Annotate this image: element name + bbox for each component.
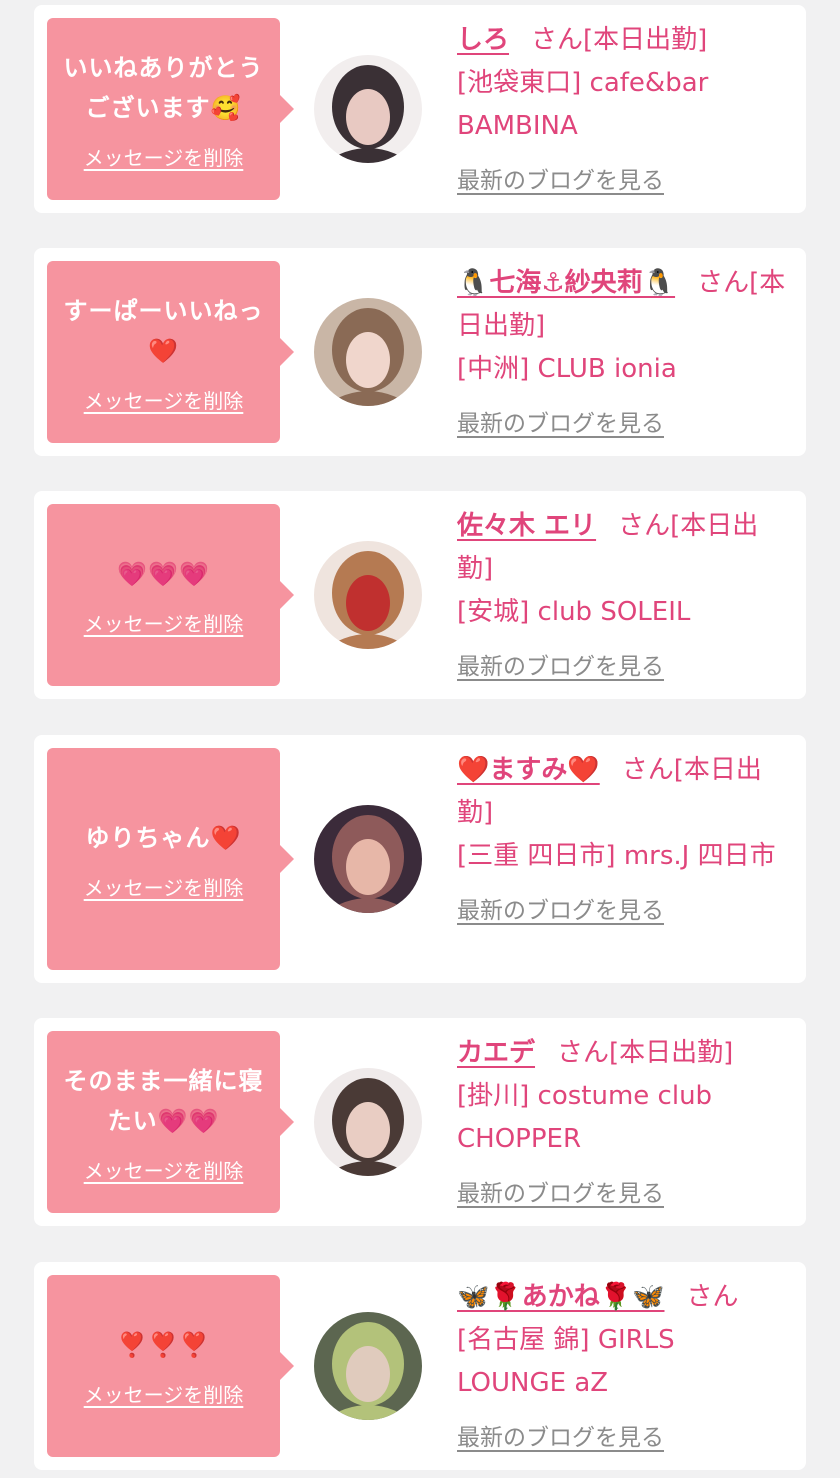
message-bubble: ❣️❣️❣️ メッセージを削除: [47, 1275, 294, 1457]
avatar[interactable]: [314, 805, 422, 913]
message-bubble: 💗💗💗 メッセージを削除: [47, 504, 294, 686]
delete-message-link[interactable]: メッセージを削除: [84, 1379, 244, 1408]
cast-info: 佐々木 エリ さん[本日出勤] [安城] club SOLEIL 最新のブログを見…: [457, 505, 792, 689]
avatar-photo: [314, 805, 422, 913]
avatar-photo: [314, 1068, 422, 1176]
message-card: そのまま一緒に寝たい💗💗 メッセージを削除 カエデ さん[本日出勤] [掛川] c…: [34, 1018, 806, 1226]
avatar[interactable]: [314, 541, 422, 649]
message-text: ❣️❣️❣️: [117, 1330, 210, 1359]
avatar[interactable]: [314, 298, 422, 406]
message-card: すーぱーいいねっ❤️ メッセージを削除 🐧七海⚓紗央莉🐧 さん[本日出勤] [中洲…: [34, 248, 806, 456]
latest-blog-link[interactable]: 最新のブログを見る: [457, 890, 792, 933]
cast-info: しろ さん[本日出勤] [池袋東口] cafe&bar BAMBINA 最新のブロ…: [457, 19, 792, 203]
latest-blog-link[interactable]: 最新のブログを見る: [457, 160, 792, 203]
avatar[interactable]: [314, 1068, 422, 1176]
cast-status: さん[本日出勤]: [531, 25, 708, 55]
shop-name: [中洲] CLUB ionia: [457, 354, 677, 384]
message-bubble: すーぱーいいねっ❤️ メッセージを削除: [47, 261, 294, 443]
message-bubble: そのまま一緒に寝たい💗💗 メッセージを削除: [47, 1031, 294, 1213]
avatar[interactable]: [314, 1312, 422, 1420]
shop-name: [名古屋 錦] GIRLS LOUNGE aZ: [457, 1325, 675, 1398]
message-text: いいねありがとうございます🥰: [63, 53, 264, 122]
delete-message-link[interactable]: メッセージを削除: [84, 872, 244, 901]
shop-name: [安城] club SOLEIL: [457, 597, 691, 627]
avatar-photo: [314, 1312, 422, 1420]
cast-name-link[interactable]: ❤️ますみ❤️: [457, 755, 600, 785]
latest-blog-link[interactable]: 最新のブログを見る: [457, 1417, 792, 1460]
avatar-photo: [314, 55, 422, 163]
cast-info: 🦋🌹あかね🌹🦋 さん [名古屋 錦] GIRLS LOUNGE aZ 最新のブログ…: [457, 1276, 792, 1460]
shop-name: [池袋東口] cafe&bar BAMBINA: [457, 68, 709, 141]
shop-name: [掛川] costume club CHOPPER: [457, 1081, 713, 1154]
avatar[interactable]: [314, 55, 422, 163]
message-card: ❣️❣️❣️ メッセージを削除 🦋🌹あかね🌹🦋 さん [名古屋 錦] GIRLS …: [34, 1262, 806, 1470]
avatar-photo: [314, 298, 422, 406]
cast-name-link[interactable]: 🦋🌹あかね🌹🦋: [457, 1282, 665, 1312]
message-text: そのまま一緒に寝たい💗💗: [63, 1066, 264, 1135]
message-text: ゆりちゃん❤️: [85, 823, 242, 852]
message-bubble: いいねありがとうございます🥰 メッセージを削除: [47, 18, 294, 200]
cast-name-link[interactable]: しろ: [457, 25, 509, 55]
message-list: いいねありがとうございます🥰 メッセージを削除 しろ さん[本日出勤] [池袋東口…: [0, 0, 840, 1478]
delete-message-link[interactable]: メッセージを削除: [84, 385, 244, 414]
cast-name-link[interactable]: カエデ: [457, 1038, 535, 1068]
avatar-photo: [314, 541, 422, 649]
cast-info: ❤️ますみ❤️ さん[本日出勤] [三重 四日市] mrs.J 四日市 最新のブロ…: [457, 749, 792, 933]
delete-message-link[interactable]: メッセージを削除: [84, 142, 244, 171]
message-bubble: ゆりちゃん❤️ メッセージを削除: [47, 748, 294, 970]
cast-status: さん[本日出勤]: [557, 1038, 734, 1068]
message-card: いいねありがとうございます🥰 メッセージを削除 しろ さん[本日出勤] [池袋東口…: [34, 5, 806, 213]
message-card: 💗💗💗 メッセージを削除 佐々木 エリ さん[本日出勤] [安城] club SO…: [34, 491, 806, 699]
cast-status: さん: [686, 1282, 739, 1312]
message-text: 💗💗💗: [117, 559, 210, 588]
cast-info: カエデ さん[本日出勤] [掛川] costume club CHOPPER 最新…: [457, 1032, 792, 1216]
delete-message-link[interactable]: メッセージを削除: [84, 608, 244, 637]
latest-blog-link[interactable]: 最新のブログを見る: [457, 403, 792, 446]
message-text: すーぱーいいねっ❤️: [63, 296, 264, 365]
message-card: ゆりちゃん❤️ メッセージを削除 ❤️ますみ❤️ さん[本日出勤] [三重 四日市…: [34, 735, 806, 983]
latest-blog-link[interactable]: 最新のブログを見る: [457, 646, 792, 689]
latest-blog-link[interactable]: 最新のブログを見る: [457, 1173, 792, 1216]
cast-info: 🐧七海⚓紗央莉🐧 さん[本日出勤] [中洲] CLUB ionia 最新のブログを…: [457, 262, 792, 446]
cast-name-link[interactable]: 🐧七海⚓紗央莉🐧: [457, 268, 675, 298]
shop-name: [三重 四日市] mrs.J 四日市: [457, 841, 776, 871]
cast-name-link[interactable]: 佐々木 エリ: [457, 511, 596, 541]
delete-message-link[interactable]: メッセージを削除: [84, 1155, 244, 1184]
